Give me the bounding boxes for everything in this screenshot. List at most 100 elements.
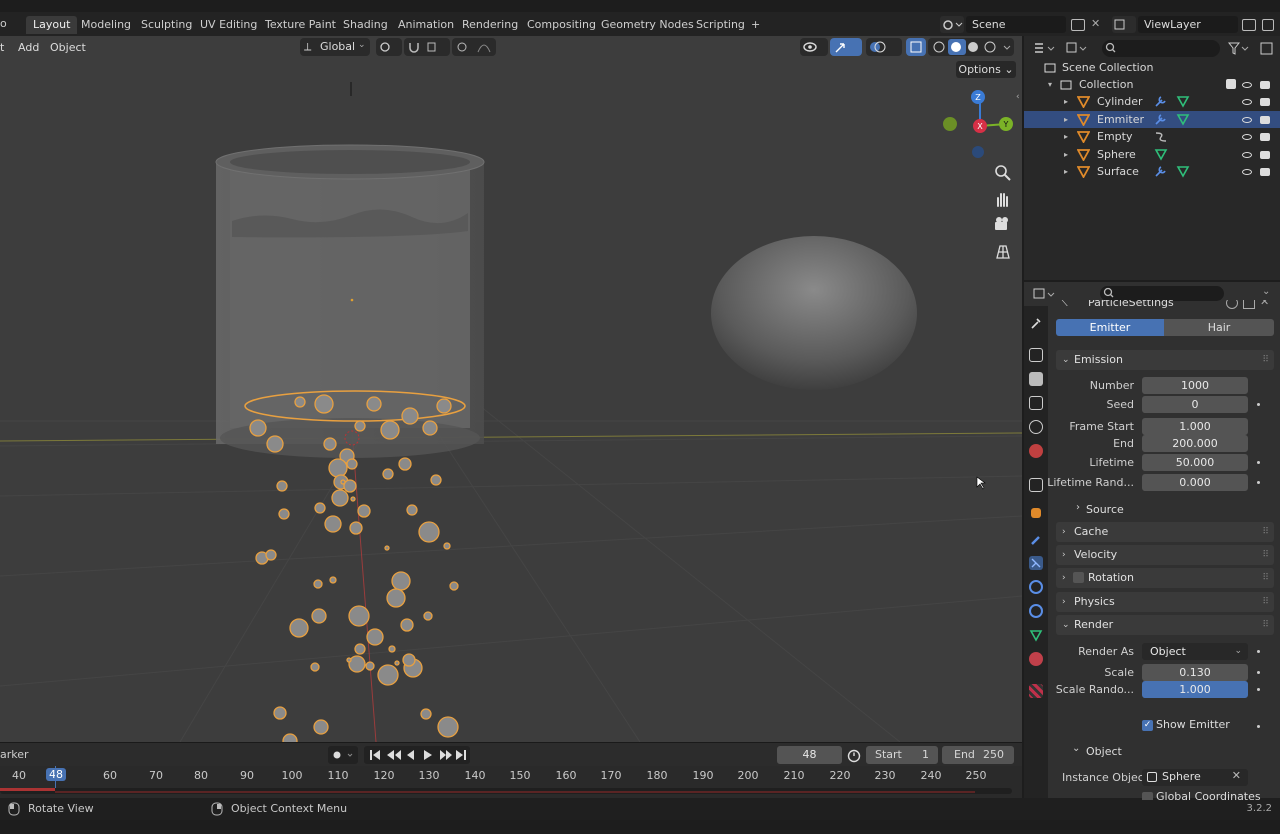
camera-render-icon[interactable] <box>1260 133 1270 141</box>
frame-start-field[interactable]: 1.000 <box>1142 418 1248 435</box>
zoom-icon[interactable] <box>992 162 1014 184</box>
data-tab-icon[interactable] <box>1029 628 1043 642</box>
camera-render-icon[interactable] <box>1260 115 1270 124</box>
show-emitter-checkbox[interactable]: ✓ <box>1142 720 1153 731</box>
tab-layout[interactable]: Layout <box>26 16 78 34</box>
mesh-data-icon[interactable] <box>1154 148 1168 161</box>
expand-arrow-icon[interactable]: ▸ <box>1064 93 1068 110</box>
mesh-data-icon[interactable] <box>1176 113 1190 126</box>
tab-shading[interactable]: Shading <box>336 16 395 34</box>
physics-panel-header[interactable]: › Physics ⠿ <box>1056 592 1274 612</box>
eye-icon[interactable] <box>1242 151 1252 158</box>
keyframe-dot[interactable] <box>1257 481 1260 484</box>
keyframe-dot[interactable] <box>1257 725 1260 728</box>
add-workspace-button[interactable]: + <box>744 16 767 34</box>
object-subpanel-header[interactable]: ⌄ Object <box>1070 743 1250 760</box>
emitter-type-button[interactable]: Emitter <box>1056 319 1164 336</box>
global-coordinates-row[interactable]: Global Coordinates <box>1142 790 1272 800</box>
collection-tab-icon[interactable] <box>1029 478 1043 492</box>
drag-handle-icon[interactable]: ⠿ <box>1262 350 1269 370</box>
drag-handle-icon[interactable]: ⠿ <box>1262 592 1269 612</box>
keyframe-dot[interactable] <box>1257 688 1260 691</box>
outliner-item-emmiter[interactable]: ▸ Emmiter <box>1024 110 1280 128</box>
properties-search-input[interactable] <box>1100 286 1224 301</box>
blender-menu-fragment[interactable]: o <box>0 17 7 30</box>
modifier-tab-icon[interactable] <box>1029 532 1043 546</box>
keyframe-dot[interactable] <box>1257 403 1260 406</box>
filter-icon[interactable] <box>1226 40 1250 57</box>
curve-icon[interactable] <box>1154 130 1168 143</box>
world-tab-icon[interactable] <box>1029 444 1043 458</box>
camera-render-icon[interactable] <box>1260 98 1270 106</box>
view-layer-tab-icon[interactable] <box>1029 396 1043 410</box>
camera-icon[interactable] <box>992 214 1014 236</box>
sidebar-toggle-icon[interactable]: ‹ <box>1016 92 1020 102</box>
drag-handle-icon[interactable]: ⠿ <box>1262 568 1269 588</box>
tab-uv-editing[interactable]: UV Editing <box>193 16 264 34</box>
output-tab-icon[interactable] <box>1029 372 1043 386</box>
perspective-grid-icon[interactable] <box>992 240 1014 262</box>
scale-random-field[interactable]: 1.000 <box>1142 681 1248 698</box>
editor-type-icon[interactable] <box>1032 40 1058 57</box>
new-viewlayer-icon[interactable] <box>1242 19 1256 31</box>
global-coordinates-checkbox[interactable] <box>1142 792 1153 800</box>
hair-type-button[interactable]: Hair <box>1164 319 1274 336</box>
render-as-dropdown[interactable]: Object ⌄ <box>1142 643 1248 660</box>
playback-controls[interactable] <box>364 746 470 764</box>
new-collection-icon[interactable] <box>1258 40 1276 57</box>
seed-field[interactable]: 0 <box>1142 396 1248 413</box>
camera-render-icon[interactable] <box>1260 81 1270 89</box>
tab-modeling[interactable]: Modeling <box>74 16 138 34</box>
source-subpanel-header[interactable]: › Source <box>1074 502 1254 518</box>
tab-animation[interactable]: Animation <box>391 16 461 34</box>
tab-sculpting[interactable]: Sculpting <box>134 16 199 34</box>
3d-viewport[interactable]: t Add Object ⟂ Global ⌄ Options ⌄ Z X Y … <box>0 36 1022 742</box>
show-emitter-row[interactable]: ✓ Show Emitter <box>1142 718 1272 734</box>
lifetime-field[interactable]: 50.000 <box>1142 454 1248 471</box>
outliner-item-cylinder[interactable]: ▸ Cylinder <box>1024 93 1280 110</box>
keyframe-dot[interactable] <box>1257 650 1260 653</box>
material-tab-icon[interactable] <box>1029 652 1043 666</box>
frame-end-field[interactable]: End 250 <box>942 746 1014 764</box>
navigation-gizmo[interactable]: Z X Y <box>940 86 1020 166</box>
wrench-icon[interactable] <box>1154 95 1168 108</box>
expand-arrow-icon[interactable]: ▸ <box>1064 146 1068 163</box>
scale-field[interactable]: 0.130 <box>1142 664 1248 681</box>
duplicate-icon[interactable] <box>1243 300 1255 309</box>
collection-row[interactable]: ▾ Collection <box>1024 76 1280 93</box>
eye-icon[interactable] <box>1242 116 1252 123</box>
scene-icon[interactable] <box>940 16 964 33</box>
cache-panel-header[interactable]: › Cache ⠿ <box>1056 522 1274 542</box>
tab-compositing[interactable]: Compositing <box>520 16 603 34</box>
close-icon[interactable]: ✕ <box>1260 300 1269 308</box>
frame-start-field[interactable]: Start 1 <box>866 746 938 764</box>
number-field[interactable]: 1000 <box>1142 377 1248 394</box>
expand-arrow-icon[interactable]: ▸ <box>1064 163 1068 180</box>
chevron-down-icon[interactable]: ⌄ <box>1262 286 1270 297</box>
tab-scripting[interactable]: Scripting <box>689 16 752 34</box>
particle-settings-datablock[interactable]: ⟍ ParticleSettings ✕ <box>1056 300 1274 314</box>
tab-rendering[interactable]: Rendering <box>455 16 525 34</box>
expand-arrow-icon[interactable]: ▸ <box>1064 128 1068 145</box>
texture-tab-icon[interactable] <box>1029 684 1043 698</box>
close-icon[interactable]: ✕ <box>1091 17 1100 30</box>
physics-tab-icon[interactable] <box>1029 580 1043 594</box>
scene-tab-icon[interactable] <box>1029 420 1043 434</box>
outliner-search-input[interactable] <box>1102 40 1220 57</box>
timeline-ruler[interactable]: 40 48 60 70 80 90 100 110 120 130 140 150 160 170 180 1… <box>0 766 1022 798</box>
drag-handle-icon[interactable]: ⠿ <box>1262 522 1269 542</box>
tab-geometry-nodes[interactable]: Geometry Nodes <box>594 16 701 34</box>
viewlayer-icon[interactable] <box>1112 16 1136 33</box>
rotation-checkbox[interactable] <box>1073 572 1084 583</box>
scene-field[interactable]: Scene <box>966 16 1066 33</box>
wrench-icon[interactable] <box>1154 165 1168 178</box>
camera-render-icon[interactable] <box>1260 150 1270 159</box>
display-mode-icon[interactable] <box>1064 40 1090 57</box>
playhead-frame-badge[interactable]: 48 <box>46 768 66 781</box>
exclude-checkbox[interactable] <box>1226 79 1236 89</box>
close-icon[interactable]: ✕ <box>1232 769 1241 782</box>
mesh-data-icon[interactable] <box>1176 95 1190 108</box>
mesh-data-icon[interactable] <box>1176 165 1190 178</box>
eye-icon[interactable] <box>1242 99 1252 105</box>
eye-icon[interactable] <box>1242 134 1252 140</box>
